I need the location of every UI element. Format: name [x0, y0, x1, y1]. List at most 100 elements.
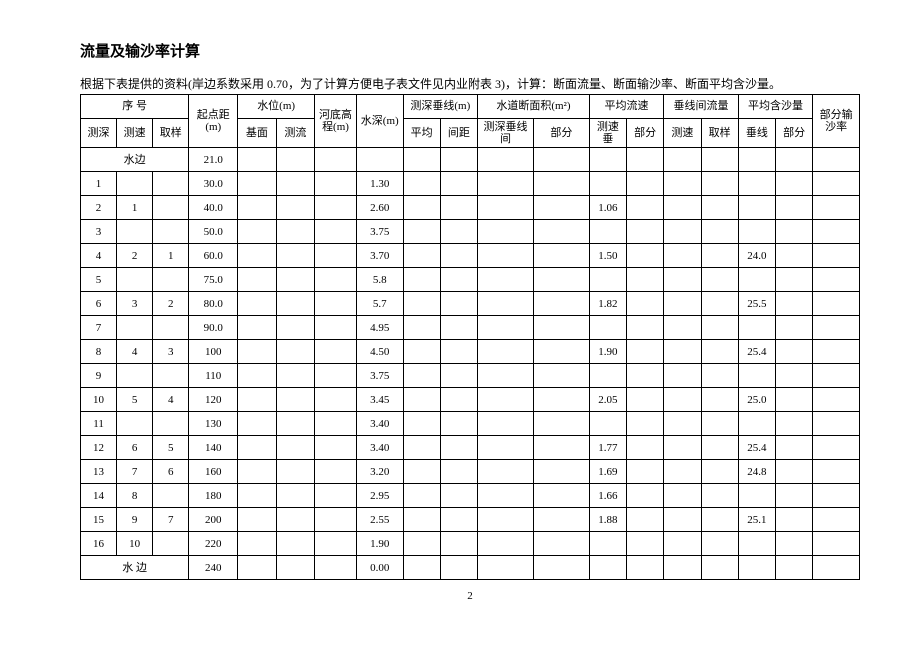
hdr-shuidaoduanmianji: 水道断面积(m²) — [478, 95, 590, 119]
cell-quyang — [153, 412, 189, 436]
cell-cesu: 7 — [117, 460, 153, 484]
table-row: 15972002.551.8825.1 — [81, 508, 860, 532]
cell-quyang — [153, 316, 189, 340]
cell-ss: 1.30 — [356, 172, 403, 196]
hdr-jianju: 间距 — [440, 119, 477, 148]
cell-ceshen: 6 — [81, 292, 117, 316]
cell-ss: 2.60 — [356, 196, 403, 220]
table-row: 1481802.951.66 — [81, 484, 860, 508]
cell-hsl — [738, 364, 775, 388]
cell-quyang — [153, 220, 189, 244]
cell-cesu: 6 — [117, 436, 153, 460]
table-row: 575.05.8 — [81, 268, 860, 292]
cell-qdj: 120 — [189, 388, 238, 412]
table-row: 16102201.90 — [81, 532, 860, 556]
cell-ceshen: 15 — [81, 508, 117, 532]
cell-ceshen: 11 — [81, 412, 117, 436]
hdr-cesuchui: 测速垂 — [589, 119, 626, 148]
cell-quyang — [153, 172, 189, 196]
cell-quyang — [153, 532, 189, 556]
cell-pjls: 1.77 — [589, 436, 626, 460]
cell-ss: 3.75 — [356, 220, 403, 244]
hdr-chuixian: 垂线 — [738, 119, 775, 148]
cell-ceshen: 16 — [81, 532, 117, 556]
table-row: 350.03.75 — [81, 220, 860, 244]
hdr-celiu: 测流 — [276, 119, 314, 148]
table-row: 63280.05.71.8225.5 — [81, 292, 860, 316]
cell-qdj: 160 — [189, 460, 238, 484]
cell-quyang: 5 — [153, 436, 189, 460]
table-row: 1 30.0 1.30 — [81, 172, 860, 196]
cell-pjls — [589, 532, 626, 556]
cell-hsl — [738, 412, 775, 436]
cell-ss: 2.95 — [356, 484, 403, 508]
cell-ceshen: 12 — [81, 436, 117, 460]
cell-quyang — [153, 268, 189, 292]
cell-ceshen: 10 — [81, 388, 117, 412]
hdr-bufenshusha: 部分输沙率 — [813, 95, 860, 148]
cell-pjls: 2.05 — [589, 388, 626, 412]
cell-quyang: 1 — [153, 244, 189, 268]
cell-pjls: 1.82 — [589, 292, 626, 316]
hdr-shuishen: 水深(m) — [356, 95, 403, 148]
cell-ceshen: 7 — [81, 316, 117, 340]
hdr-ceshenchuixianjian: 测深垂线间 — [478, 119, 534, 148]
cell-hsl — [738, 196, 775, 220]
cell-hsl — [738, 532, 775, 556]
hdr-pingjunhanshaliang: 平均含沙量 — [738, 95, 813, 119]
cell-hsl: 25.4 — [738, 436, 775, 460]
cell-qdj: 130 — [189, 412, 238, 436]
cell-quyang: 6 — [153, 460, 189, 484]
table-row: 42160.03.701.5024.0 — [81, 244, 860, 268]
cell-pjls: 1.69 — [589, 460, 626, 484]
hdr-hedigaocheng: 河底高程(m) — [315, 95, 357, 148]
cell-hsl — [738, 484, 775, 508]
cell-qdj: 40.0 — [189, 196, 238, 220]
hdr-qidianju: 起点距(m) — [189, 95, 238, 148]
hdr-cesu: 测速 — [117, 119, 153, 148]
cell-ceshen: 14 — [81, 484, 117, 508]
cell-cesu: 8 — [117, 484, 153, 508]
cell-ceshen: 1 — [81, 172, 117, 196]
cell-ss: 0.00 — [356, 556, 403, 580]
table-row: 111303.40 — [81, 412, 860, 436]
cell-hsl: 25.5 — [738, 292, 775, 316]
table-row: 13761603.201.6924.8 — [81, 460, 860, 484]
cell-pjls: 1.66 — [589, 484, 626, 508]
cell-pjls — [589, 268, 626, 292]
cell-qdj: 110 — [189, 364, 238, 388]
cell-cesu — [117, 220, 153, 244]
hdr-shuiwei: 水位(m) — [238, 95, 315, 119]
cell-pjls — [589, 412, 626, 436]
cell-cesu — [117, 316, 153, 340]
cell-ceshen: 4 — [81, 244, 117, 268]
hdr-quyang2: 取样 — [701, 119, 738, 148]
cell-ss: 1.90 — [356, 532, 403, 556]
cell-pjls: 1.90 — [589, 340, 626, 364]
cell-qdj: 30.0 — [189, 172, 238, 196]
cell-ceshen: 13 — [81, 460, 117, 484]
cell-cesu — [117, 172, 153, 196]
cell-ceshen: 8 — [81, 340, 117, 364]
hdr-jimian: 基面 — [238, 119, 276, 148]
cell-quyang: 7 — [153, 508, 189, 532]
cell-qdj: 100 — [189, 340, 238, 364]
cell-cesu — [117, 412, 153, 436]
table-row: 790.04.95 — [81, 316, 860, 340]
table-row: 2140.02.601.06 — [81, 196, 860, 220]
table-row: 水 边2400.00 — [81, 556, 860, 580]
cell-qdj: 75.0 — [189, 268, 238, 292]
table-row: 8431004.501.9025.4 — [81, 340, 860, 364]
cell-qdj: 60.0 — [189, 244, 238, 268]
cell-hsl: 25.0 — [738, 388, 775, 412]
description: 根据下表提供的资料(岸边系数采用 0.70，为了计算方便电子表文件见内业附表 3… — [80, 75, 860, 92]
table-row: 12651403.401.7725.4 — [81, 436, 860, 460]
cell-ceshen: 3 — [81, 220, 117, 244]
table-row: 91103.75 — [81, 364, 860, 388]
cell-ceshen: 5 — [81, 268, 117, 292]
page-number: 2 — [80, 590, 860, 602]
cell-cesu: 3 — [117, 292, 153, 316]
cell-ss: 3.70 — [356, 244, 403, 268]
cell-pjls — [589, 364, 626, 388]
cell-pjls: 1.06 — [589, 196, 626, 220]
